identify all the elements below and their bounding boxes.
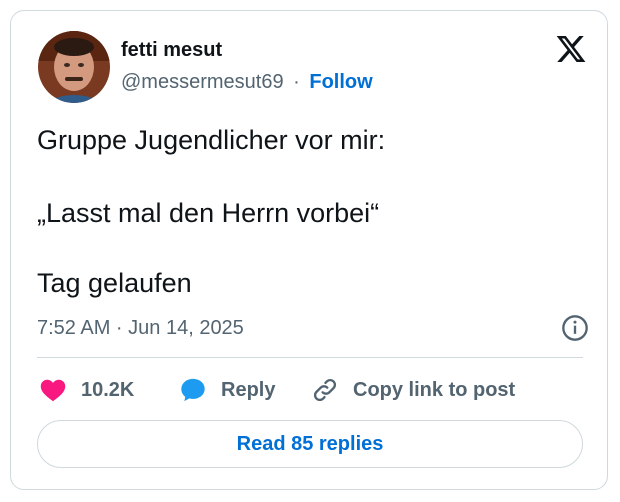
tweet-timestamp[interactable]: 7:52 AM · Jun 14, 2025 (37, 317, 244, 340)
x-logo-icon[interactable] (555, 33, 587, 65)
author-name[interactable]: fetti mesut (121, 39, 222, 62)
speech-bubble-icon (181, 378, 205, 402)
follow-button[interactable]: Follow (309, 71, 372, 93)
reply-button[interactable]: Reply (179, 375, 275, 405)
read-replies-button[interactable]: Read 85 replies (37, 420, 583, 468)
like-count: 10.2K (81, 378, 135, 401)
separator-dot: · (293, 71, 300, 93)
tweet-card: fetti mesut @messermesut69 · Follow Grup… (10, 10, 608, 490)
copy-link-button[interactable]: Copy link to post (311, 375, 515, 405)
copy-link-label: Copy link to post (353, 378, 516, 401)
tweet-text-line: Gruppe Jugendlicher vor mir: (37, 125, 386, 155)
info-icon[interactable] (561, 314, 589, 342)
like-button[interactable]: 10.2K (39, 375, 134, 405)
divider (37, 357, 583, 358)
author-meta: @messermesut69 · Follow (121, 71, 373, 94)
avatar-image (38, 31, 110, 103)
tweet-text-line: Tag gelaufen (37, 268, 192, 298)
reply-label: Reply (221, 378, 276, 401)
heart-icon (40, 379, 66, 402)
link-icon (313, 378, 337, 402)
tweet-text-line: „Lasst mal den Herrn vorbei“ (37, 198, 380, 228)
avatar[interactable] (38, 31, 110, 103)
author-handle[interactable]: @messermesut69 (121, 71, 284, 93)
